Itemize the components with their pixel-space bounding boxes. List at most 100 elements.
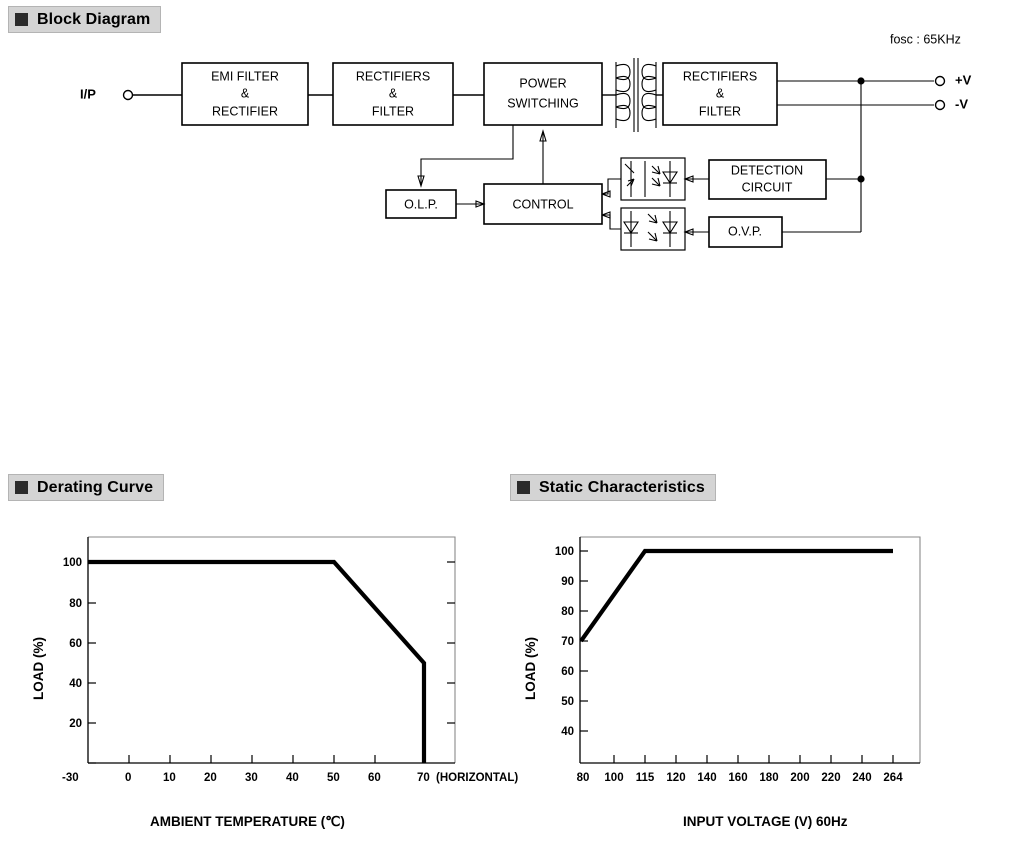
derating-x-axis-title: AMBIENT TEMPERATURE (℃) — [150, 814, 345, 829]
block-ovp — [708, 216, 783, 248]
derating-ytick-40: 40 — [69, 678, 82, 690]
derating-curve-chart: 100 80 60 40 20 -30 0 10 20 30 40 50 60 … — [31, 536, 518, 829]
block-rect1-line1: RECTIFIERS — [356, 69, 430, 83]
derating-curve-line — [88, 559, 427, 763]
static-ytick-40: 40 — [561, 726, 574, 738]
output-terminal-positive-label: +V — [955, 72, 972, 87]
block-rectifiers-filter-secondary — [662, 62, 778, 126]
static-ytick-60: 60 — [561, 666, 574, 678]
derating-xtick-60: 60 — [368, 772, 381, 784]
section-header-static-characteristics: Static Characteristics — [510, 474, 716, 501]
static-xtick-180: 180 — [759, 772, 778, 784]
output-terminal-negative-label: -V — [955, 96, 968, 111]
block-diagram-figure: fosc : 65KHz I/P EMI FILTER & RECTIFIER … — [80, 32, 972, 251]
arrow-control-to-power — [539, 129, 547, 142]
wire-opto-upper-to-control — [602, 178, 621, 195]
derating-horizontal-annotation: (HORIZONTAL) — [436, 772, 518, 784]
arrow-opto-upper-to-control — [600, 190, 611, 198]
section-title: Derating Curve — [37, 479, 154, 496]
block-power-line1: POWER — [519, 76, 566, 90]
derating-xtick-30: 30 — [245, 772, 258, 784]
block-rect2-line2: & — [716, 86, 725, 100]
derating-ytick-100: 100 — [63, 557, 82, 569]
static-xtick-264: 264 — [883, 772, 903, 784]
derating-xtick-70: 70 — [417, 772, 430, 784]
block-ovp-label: O.V.P. — [728, 224, 762, 238]
block-detection-line2: CIRCUIT — [742, 180, 793, 194]
block-olp-label: O.L.P. — [404, 197, 438, 211]
derating-ytick-80: 80 — [69, 598, 82, 610]
static-ytick-70: 70 — [561, 636, 574, 648]
input-terminal-icon — [122, 89, 134, 101]
static-y-ticks — [580, 550, 588, 732]
output-terminal-positive-icon — [934, 75, 946, 87]
bullet-square-icon — [15, 481, 28, 494]
static-xtick-80: 80 — [577, 772, 590, 784]
static-xtick-240: 240 — [852, 772, 871, 784]
junction-dot-detection — [857, 175, 865, 183]
static-ytick-90: 90 — [561, 576, 574, 588]
derating-ytick-20: 20 — [69, 718, 82, 730]
derating-x-ticks — [128, 755, 425, 763]
derating-xtick-0: 0 — [125, 772, 131, 784]
derating-xtick-10: 10 — [163, 772, 176, 784]
block-emi-filter-line2: & — [241, 86, 250, 100]
section-header-block-diagram: Block Diagram — [8, 6, 162, 33]
static-ytick-80: 80 — [561, 606, 574, 618]
static-x-axis-title: INPUT VOLTAGE (V) 60Hz — [683, 814, 848, 829]
derating-xtick-20: 20 — [204, 772, 217, 784]
fosc-annotation: fosc : 65KHz — [890, 32, 961, 46]
arrow-power-to-olp — [417, 175, 425, 188]
block-control-label: CONTROL — [512, 197, 573, 211]
wire-opto-lower-to-control — [602, 214, 621, 230]
arrow-opto-lower-to-control — [600, 211, 611, 219]
block-emi-filter — [181, 62, 309, 126]
static-ytick-50: 50 — [561, 696, 574, 708]
optocoupler-lower-icon — [620, 207, 686, 251]
optocoupler-upper-icon — [620, 157, 686, 201]
block-power-line2: SWITCHING — [507, 96, 579, 110]
static-y-axis-title: LOAD (%) — [523, 637, 538, 700]
derating-plot-frame — [88, 536, 456, 763]
static-xtick-200: 200 — [790, 772, 809, 784]
static-xtick-100: 100 — [604, 772, 623, 784]
wire-power-to-olp — [420, 125, 514, 184]
static-xtick-160: 160 — [728, 772, 747, 784]
transformer-primary-coil-icon — [615, 63, 631, 122]
block-rect2-line1: RECTIFIERS — [683, 69, 757, 83]
block-rect1-line3: FILTER — [372, 104, 414, 118]
section-title: Block Diagram — [37, 11, 151, 28]
derating-y-ticks — [88, 561, 455, 764]
block-rect2-line3: FILTER — [699, 104, 741, 118]
static-ytick-100: 100 — [555, 546, 574, 558]
static-xtick-120: 120 — [666, 772, 685, 784]
bullet-square-icon — [517, 481, 530, 494]
optocoupler-upper-symbol — [624, 161, 679, 197]
arrow-detection-to-opto-upper — [683, 175, 694, 183]
block-rect1-line2: & — [389, 86, 398, 100]
block-detection-line1: DETECTION — [731, 163, 803, 177]
bullet-square-icon — [15, 13, 28, 26]
derating-xtick-50: 50 — [327, 772, 340, 784]
block-olp — [385, 189, 457, 219]
section-header-derating-curve: Derating Curve — [8, 474, 165, 501]
block-emi-filter-line3: RECTIFIER — [212, 104, 278, 118]
static-xtick-140: 140 — [697, 772, 716, 784]
optocoupler-lower-symbol — [622, 211, 679, 247]
arrow-ovp-to-opto-lower — [683, 228, 694, 236]
arrow-olp-to-control — [475, 200, 486, 208]
static-xtick-220: 220 — [821, 772, 840, 784]
static-curve-line — [579, 548, 893, 643]
output-terminal-negative-icon — [934, 99, 946, 111]
section-title: Static Characteristics — [539, 479, 705, 496]
derating-y-axis-title: LOAD (%) — [31, 637, 46, 700]
input-terminal-label: I/P — [80, 86, 96, 101]
static-x-ticks — [613, 755, 894, 763]
block-control — [483, 183, 603, 225]
static-xtick-115: 115 — [636, 772, 655, 784]
derating-xtick--30: -30 — [62, 772, 79, 784]
junction-dot-output — [857, 77, 865, 85]
static-characteristics-chart: 100 90 80 70 60 50 40 80 100 115 120 140… — [523, 536, 921, 829]
derating-ytick-60: 60 — [69, 638, 82, 650]
block-rectifiers-filter-primary — [332, 62, 454, 126]
